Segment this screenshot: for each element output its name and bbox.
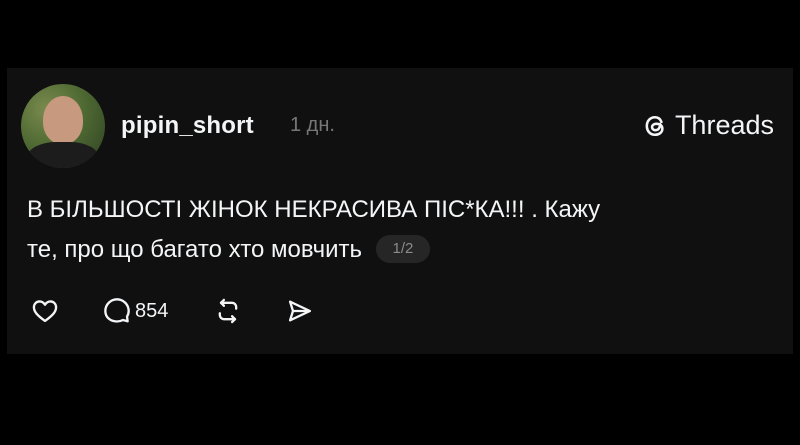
page-indicator: 1/2: [375, 234, 430, 263]
action-bar: 854: [31, 293, 314, 329]
heart-icon: [32, 300, 58, 323]
avatar[interactable]: [21, 84, 105, 168]
post-text-line-2: те, про що багато хто мовчить 1/2: [27, 230, 767, 270]
reply-button[interactable]: 854: [103, 297, 168, 325]
share-button[interactable]: [286, 297, 314, 325]
post-body: В БІЛЬШОСТІ ЖІНОК НЕКРАСИВА ПІС*КА!!! . …: [27, 190, 767, 270]
post-text-line-2-text: те, про що багато хто мовчить: [27, 236, 362, 263]
username-link[interactable]: pipin_short: [121, 112, 254, 140]
threads-logo-icon: [645, 115, 664, 136]
repost-icon: [219, 298, 238, 324]
threads-brand[interactable]: Threads: [641, 110, 774, 141]
post-time: 1 дн.: [290, 114, 335, 136]
send-icon: [289, 300, 312, 322]
avatar-shirt: [27, 142, 99, 168]
repost-button[interactable]: [214, 297, 242, 325]
reply-count: 854: [135, 299, 169, 322]
like-button[interactable]: [31, 297, 59, 325]
comment-bubble-icon: [104, 298, 130, 323]
post-text-line-1: В БІЛЬШОСТІ ЖІНОК НЕКРАСИВА ПІС*КА!!! . …: [27, 196, 601, 223]
avatar-face: [43, 96, 83, 144]
threads-label: Threads: [674, 110, 774, 140]
